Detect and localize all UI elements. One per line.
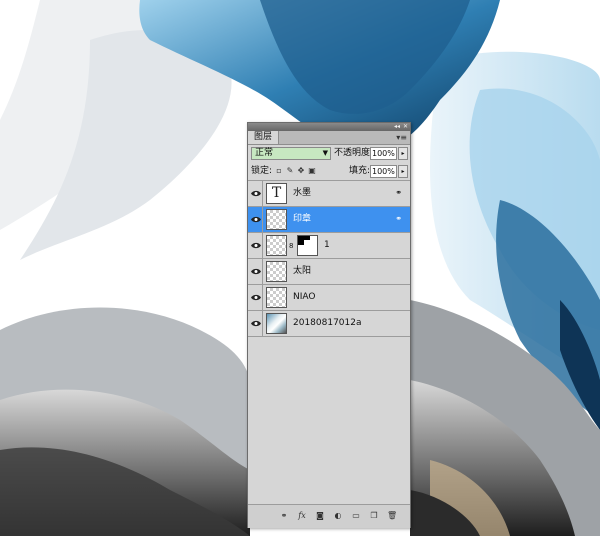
layer-mask-thumbnail[interactable] — [297, 235, 318, 256]
blend-mode-select[interactable]: 正常 ▼ — [251, 147, 331, 160]
fill-input[interactable]: 100% — [370, 165, 397, 178]
mask-link-icon[interactable]: 8 — [289, 242, 293, 250]
close-icon[interactable]: ✕ — [403, 123, 408, 131]
link-layers-icon[interactable]: ⚭ — [279, 511, 289, 521]
layer-name: 水墨 — [293, 188, 312, 198]
layers-panel: ◂◂ ✕ 图层 ▾≡ 正常 ▼ 不透明度: 100% ▸ 锁定: ▫ ✎ ✥ ▣… — [247, 122, 411, 528]
eye-icon — [251, 190, 261, 197]
opacity-input[interactable]: 100% — [370, 147, 397, 160]
visibility-toggle[interactable] — [249, 181, 263, 206]
layer-row[interactable]: NIAO — [248, 285, 410, 311]
visibility-toggle[interactable] — [249, 311, 263, 336]
panel-tab-row: 图层 ▾≡ — [248, 131, 410, 145]
mask-shape-icon — [298, 236, 317, 255]
layer-row[interactable]: 太阳 — [248, 259, 410, 285]
lock-all-icon[interactable]: ▣ — [308, 167, 316, 175]
visibility-toggle[interactable] — [249, 207, 263, 232]
layer-name: 20180817012a — [293, 318, 362, 328]
layer-thumbnail — [266, 287, 287, 308]
group-folder-icon[interactable]: ▭ — [351, 511, 361, 521]
panel-title-bar[interactable]: ◂◂ ✕ — [248, 123, 410, 131]
visibility-toggle[interactable] — [249, 285, 263, 310]
fill-label: 填充: — [349, 166, 371, 176]
layer-name: 太阳 — [293, 266, 312, 276]
tab-layers[interactable]: 图层 — [248, 131, 280, 144]
eye-icon — [251, 242, 261, 249]
layer-thumbnail — [266, 235, 287, 256]
layer-name: 1 — [324, 240, 330, 250]
fill-slider-arrow-icon[interactable]: ▸ — [398, 165, 408, 178]
eye-icon — [251, 294, 261, 301]
lock-label: 锁定: — [251, 166, 273, 176]
layer-row[interactable]: T 水墨 ⚭ — [248, 181, 410, 207]
panel-bottom-toolbar: ⚭ fx ◙ ◐ ▭ ❐ 🗑 — [248, 504, 410, 528]
collapse-icon[interactable]: ◂◂ — [394, 123, 400, 131]
layer-thumbnail — [266, 209, 287, 230]
opacity-label: 不透明度: — [334, 148, 374, 158]
trash-icon[interactable]: 🗑 — [387, 511, 397, 521]
adjustment-layer-icon[interactable]: ◐ — [333, 511, 343, 521]
new-layer-icon[interactable]: ❐ — [369, 511, 379, 521]
layer-row[interactable]: 20180817012a — [248, 311, 410, 337]
lock-move-icon[interactable]: ✥ — [297, 167, 305, 175]
lock-row: 锁定: ▫ ✎ ✥ ▣ 填充: 100% ▸ — [248, 163, 410, 181]
text-layer-thumbnail: T — [266, 183, 287, 204]
layer-row[interactable]: 印章 ⚭ — [248, 207, 410, 233]
visibility-toggle[interactable] — [249, 259, 263, 284]
layer-name: NIAO — [293, 292, 316, 302]
layer-effects-icon[interactable]: ⚭ — [395, 189, 402, 197]
layer-name: 印章 — [293, 214, 312, 224]
opacity-slider-arrow-icon[interactable]: ▸ — [398, 147, 408, 160]
layer-row[interactable]: 8 1 — [248, 233, 410, 259]
fx-icon[interactable]: fx — [297, 511, 307, 521]
eye-icon — [251, 268, 261, 275]
eye-icon — [251, 320, 261, 327]
visibility-toggle[interactable] — [249, 233, 263, 258]
layer-list: T 水墨 ⚭ 印章 ⚭ 8 1 太阳 NIAO 20180817012a — [248, 181, 410, 501]
blend-mode-value: 正常 — [255, 148, 274, 158]
add-mask-icon[interactable]: ◙ — [315, 511, 325, 521]
photo-layer-thumbnail — [266, 313, 287, 334]
layer-effects-icon[interactable]: ⚭ — [395, 215, 402, 223]
eye-icon — [251, 216, 261, 223]
chevron-down-icon: ▼ — [322, 149, 328, 157]
layer-thumbnail — [266, 261, 287, 282]
lock-transparency-icon[interactable]: ▫ — [275, 167, 283, 175]
blend-row: 正常 ▼ 不透明度: 100% ▸ — [248, 145, 410, 162]
panel-menu-icon[interactable]: ▾≡ — [396, 132, 407, 143]
lock-brush-icon[interactable]: ✎ — [286, 167, 294, 175]
